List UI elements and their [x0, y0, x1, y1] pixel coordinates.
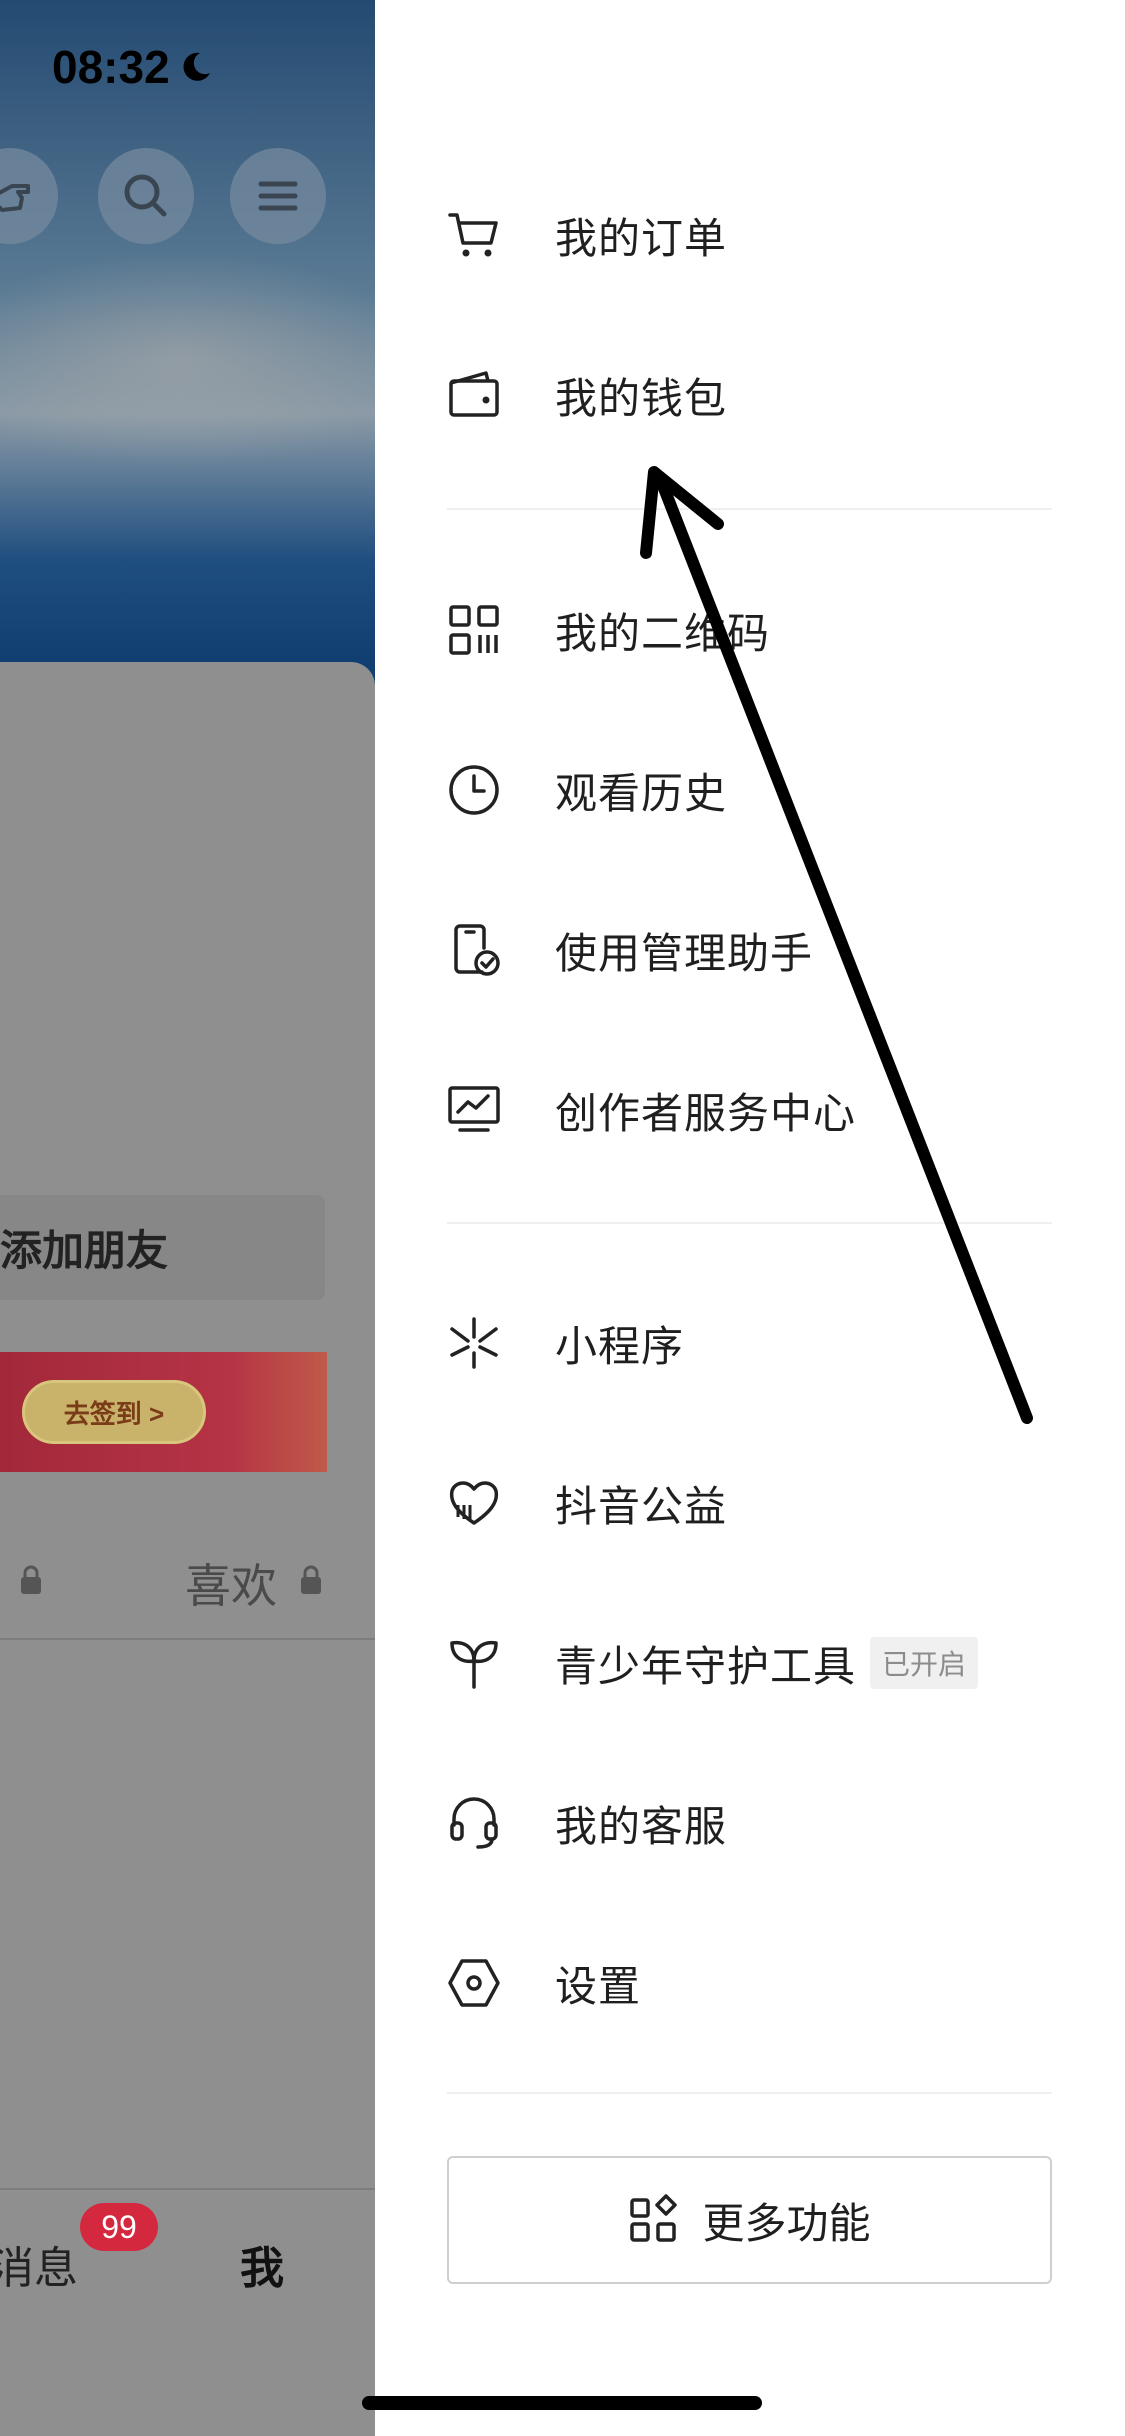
menu-item-history[interactable]: 观看历史	[445, 735, 1045, 845]
nav-me[interactable]: 我	[240, 2232, 284, 2296]
tabs-divider	[0, 1638, 375, 1640]
more-features-button[interactable]: 更多功能	[447, 2156, 1052, 2284]
lock-icon	[301, 1565, 321, 1594]
menu-item-usage-manager[interactable]: 使用管理助手	[445, 895, 1045, 1005]
time-label: 08:32	[52, 41, 170, 93]
menu-label: 我的钱包	[555, 374, 728, 422]
clock-icon	[445, 761, 503, 819]
lock-icon	[21, 1565, 41, 1594]
menu-label: 抖音公益	[555, 1482, 728, 1530]
menu-item-wallet[interactable]: 我的钱包	[445, 340, 1045, 450]
menu-label: 我的二维码	[555, 609, 771, 657]
menu-item-orders[interactable]: 我的订单	[445, 180, 1045, 290]
apps-icon	[630, 2194, 678, 2242]
settings-hex-icon	[445, 1954, 503, 2012]
menu-item-customer-service[interactable]: 我的客服	[445, 1768, 1045, 1878]
monitor-chart-icon	[445, 1081, 503, 1139]
bottom-nav-divider	[0, 2188, 375, 2190]
section-divider	[447, 1222, 1052, 1224]
add-friend-label: 添加朋友	[0, 1227, 169, 1274]
headset-icon	[445, 1794, 503, 1852]
sprout-icon	[445, 1634, 503, 1692]
menu-item-youth-protection[interactable]: 青少年守护工具 已开启	[445, 1608, 1045, 1718]
menu-label: 观看历史	[555, 769, 728, 817]
wallet-icon	[445, 366, 503, 424]
menu-label: 设置	[555, 1962, 642, 2010]
section-divider	[447, 508, 1052, 510]
hand-point-icon[interactable]	[0, 148, 58, 244]
status-badge: 已开启	[870, 1637, 979, 1689]
status-time: 08:32	[52, 40, 214, 94]
menu-label: 小程序	[555, 1322, 685, 1370]
menu-item-creator-center[interactable]: 创作者服务中心	[445, 1055, 1045, 1165]
add-friend-button[interactable]: 添加朋友	[0, 1195, 325, 1300]
profile-card-background	[0, 662, 375, 2436]
moon-icon	[183, 52, 210, 81]
menu-label: 我的客服	[555, 1802, 728, 1850]
phone-check-icon	[445, 921, 503, 979]
menu-label: 使用管理助手	[555, 929, 814, 977]
mini-program-icon	[445, 1314, 503, 1372]
menu-label: 青少年守护工具	[555, 1642, 857, 1690]
nav-messages[interactable]: 消息	[0, 2232, 78, 2296]
section-divider	[447, 2092, 1052, 2094]
menu-item-qrcode[interactable]: 我的二维码	[445, 575, 1045, 685]
checkin-label: 去签到 >	[63, 1398, 165, 1429]
tab-likes[interactable]: 喜欢	[185, 1550, 277, 1616]
search-icon[interactable]	[98, 148, 194, 244]
messages-badge: 99	[80, 2203, 158, 2251]
menu-icon[interactable]	[230, 148, 326, 244]
heart-charity-icon	[445, 1474, 503, 1532]
qr-code-icon	[445, 601, 503, 659]
menu-label: 创作者服务中心	[555, 1089, 857, 1137]
checkin-button[interactable]: 去签到 >	[22, 1380, 206, 1444]
more-features-label: 更多功能	[702, 2199, 871, 2247]
cart-icon	[445, 206, 503, 264]
menu-item-mini-programs[interactable]: 小程序	[445, 1288, 1045, 1398]
background-haze	[0, 250, 375, 470]
menu-item-charity[interactable]: 抖音公益	[445, 1448, 1045, 1558]
background-profile-page: 添加朋友 去签到 > 喜欢 消息 99 我	[0, 0, 375, 2436]
screen: 添加朋友 去签到 > 喜欢 消息 99 我 08:32 我的订单 我的钱包 我的…	[0, 0, 1125, 2436]
home-indicator[interactable]	[362, 2396, 762, 2410]
menu-label: 我的订单	[555, 214, 728, 262]
menu-item-settings[interactable]: 设置	[445, 1928, 1045, 2038]
side-drawer: 我的订单 我的钱包 我的二维码 观看历史 使用管理助手 创作者服务中心 小程序 …	[375, 0, 1125, 2436]
